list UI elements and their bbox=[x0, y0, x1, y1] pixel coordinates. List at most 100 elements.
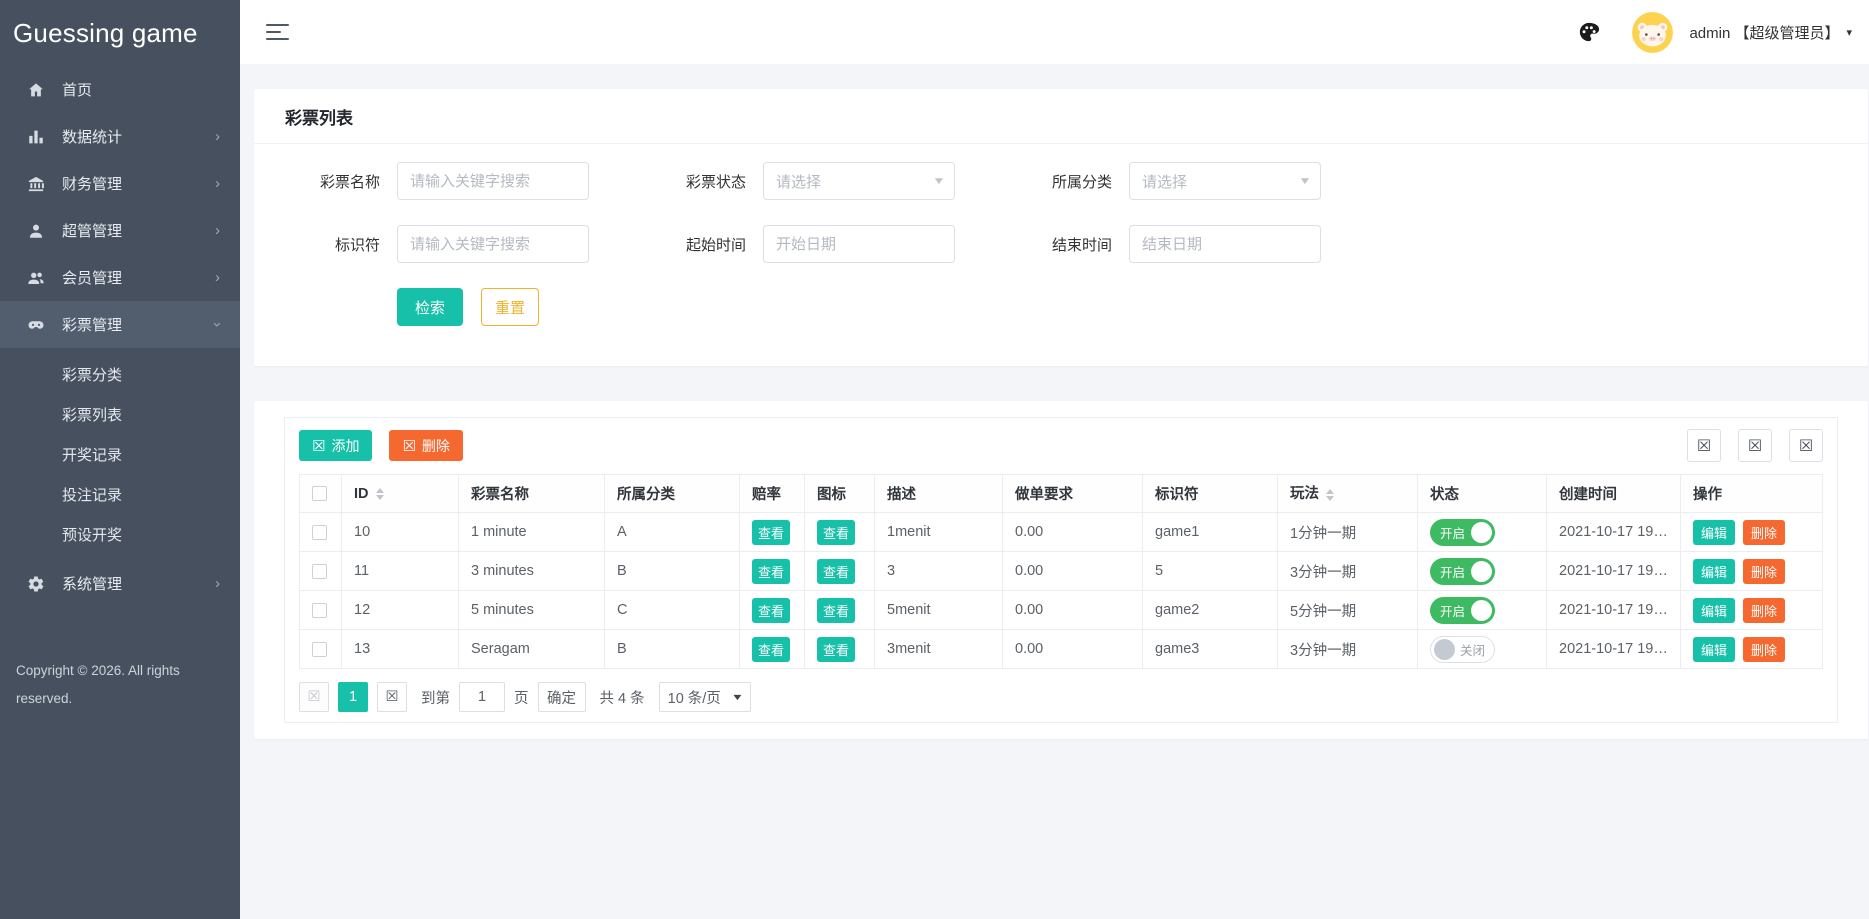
sidebar-item-label: 会员管理 bbox=[62, 267, 215, 288]
cell-order-requirement: 0.00 bbox=[1003, 513, 1143, 552]
edit-button[interactable]: 编辑 bbox=[1693, 598, 1735, 623]
chevron-down-icon bbox=[215, 317, 220, 332]
sidebar-subitem-draw-records[interactable]: 开奖记录 bbox=[0, 434, 240, 474]
column-header[interactable]: 玩法 bbox=[1278, 475, 1418, 513]
cell-play-type: 1分钟一期 bbox=[1278, 513, 1418, 552]
filter-group-lottery-status: 彩票状态请选择▼ bbox=[651, 162, 955, 200]
sidebar-subitem-lottery-category[interactable]: 彩票分类 bbox=[0, 354, 240, 394]
reset-button[interactable]: 重置 bbox=[481, 288, 539, 326]
identifier-input[interactable] bbox=[397, 225, 589, 263]
toggle-knob bbox=[1471, 522, 1492, 543]
filter-group-start-time: 起始时间 bbox=[651, 225, 955, 263]
category-select[interactable]: 请选择▼ bbox=[1129, 162, 1321, 200]
search-button[interactable]: 检索 bbox=[397, 288, 463, 326]
goto-page-input[interactable] bbox=[459, 682, 505, 712]
sidebar-item-finance[interactable]: 财务管理 bbox=[0, 160, 240, 207]
current-page-button[interactable]: 1 bbox=[338, 682, 368, 712]
sidebar-item-lottery[interactable]: 彩票管理 bbox=[0, 301, 240, 348]
table-card: ☒ 添加 ☒ 删除 ☒ ☒ ☒ bbox=[254, 401, 1868, 739]
cell-id: 12 bbox=[342, 591, 459, 630]
column-header[interactable]: ID bbox=[342, 475, 459, 513]
filter-label: 标识符 bbox=[285, 234, 380, 255]
sort-icon[interactable] bbox=[1326, 485, 1334, 505]
chevron-down-icon: ▼ bbox=[1298, 176, 1312, 187]
sidebar-item-home[interactable]: 首页 bbox=[0, 66, 240, 113]
sidebar-subitem-bet-records[interactable]: 投注记录 bbox=[0, 474, 240, 514]
next-page-button[interactable]: ☒ bbox=[377, 682, 407, 712]
edit-button[interactable]: 编辑 bbox=[1693, 637, 1735, 662]
sidebar-item-members[interactable]: 会员管理 bbox=[0, 254, 240, 301]
delete-button[interactable]: ☒ 删除 bbox=[389, 430, 462, 461]
users-icon bbox=[25, 269, 46, 287]
toggle-knob bbox=[1471, 600, 1492, 621]
edit-button[interactable]: 编辑 bbox=[1693, 559, 1735, 584]
toolbar-tools: ☒ ☒ ☒ bbox=[1670, 429, 1823, 462]
submenu-lottery: 彩票分类彩票列表开奖记录投注记录预设开奖 bbox=[0, 348, 240, 560]
row-delete-button[interactable]: 删除 bbox=[1743, 520, 1785, 545]
sidebar-subitem-preset-draw[interactable]: 预设开奖 bbox=[0, 514, 240, 554]
table-row: 101 minuteA查看查看1menit0.00game11分钟一期开启202… bbox=[300, 513, 1823, 552]
row-checkbox[interactable] bbox=[312, 642, 327, 657]
view-icon-button[interactable]: 查看 bbox=[817, 520, 855, 545]
status-toggle[interactable]: 开启 bbox=[1430, 519, 1495, 546]
view-odds-button[interactable]: 查看 bbox=[752, 637, 790, 662]
status-toggle[interactable]: 开启 bbox=[1430, 597, 1495, 624]
sidebar-item-system[interactable]: 系统管理 bbox=[0, 560, 240, 607]
goto-confirm-button[interactable]: 确定 bbox=[538, 682, 586, 712]
column-header: 操作 bbox=[1681, 475, 1823, 513]
app-logo: Guessing game bbox=[0, 0, 240, 66]
status-toggle[interactable]: 关闭 bbox=[1430, 636, 1495, 663]
select-all-checkbox[interactable] bbox=[312, 486, 327, 501]
sidebar-item-superadmin[interactable]: 超管管理 bbox=[0, 207, 240, 254]
add-button[interactable]: ☒ 添加 bbox=[299, 430, 372, 461]
topbar: admin 【超级管理员】 ▾ bbox=[240, 0, 1869, 64]
chevron-right-icon bbox=[215, 270, 220, 285]
row-delete-button[interactable]: 删除 bbox=[1743, 559, 1785, 584]
table-tool-button-1[interactable]: ☒ bbox=[1687, 429, 1721, 462]
chevron-down-icon[interactable]: ▾ bbox=[1846, 26, 1852, 39]
delete-button-label: 删除 bbox=[422, 436, 450, 456]
cell-identifier: 5 bbox=[1143, 552, 1278, 591]
table-tool-button-3[interactable]: ☒ bbox=[1789, 429, 1823, 462]
view-icon-button[interactable]: 查看 bbox=[817, 559, 855, 584]
cell-category: C bbox=[605, 591, 740, 630]
table-tool-button-2[interactable]: ☒ bbox=[1738, 429, 1772, 462]
prev-page-button[interactable]: ☒ bbox=[299, 682, 329, 712]
view-odds-button[interactable]: 查看 bbox=[752, 598, 790, 623]
column-header: 状态 bbox=[1418, 475, 1547, 513]
end-time-input[interactable] bbox=[1129, 225, 1321, 263]
menu-toggle-icon[interactable] bbox=[266, 24, 289, 41]
row-checkbox[interactable] bbox=[312, 525, 327, 540]
row-checkbox[interactable] bbox=[312, 603, 327, 618]
view-odds-button[interactable]: 查看 bbox=[752, 559, 790, 584]
row-delete-button[interactable]: 删除 bbox=[1743, 637, 1785, 662]
add-button-label: 添加 bbox=[331, 436, 359, 456]
bar-chart-icon bbox=[25, 128, 46, 146]
sidebar-subitem-lottery-list[interactable]: 彩票列表 bbox=[0, 394, 240, 434]
view-icon-button[interactable]: 查看 bbox=[817, 598, 855, 623]
sidebar-item-stats[interactable]: 数据统计 bbox=[0, 113, 240, 160]
filter-actions: 检索重置 bbox=[397, 288, 1837, 326]
select-placeholder: 请选择 bbox=[776, 171, 821, 192]
status-toggle[interactable]: 开启 bbox=[1430, 558, 1495, 585]
sidebar-item-label: 财务管理 bbox=[62, 173, 215, 194]
row-checkbox[interactable] bbox=[312, 564, 327, 579]
lottery-name-input[interactable] bbox=[397, 162, 589, 200]
filter-row: 标识符起始时间结束时间 bbox=[285, 225, 1837, 263]
sort-icon[interactable] bbox=[376, 484, 384, 504]
ballot-x-icon: ☒ bbox=[1748, 436, 1762, 456]
lottery-status-select[interactable]: 请选择▼ bbox=[763, 162, 955, 200]
table-row: 13SeragamB查看查看3menit0.00game33分钟一期关闭2021… bbox=[300, 630, 1823, 669]
start-time-input[interactable] bbox=[763, 225, 955, 263]
admin-dropdown[interactable]: admin 【超级管理员】 bbox=[1689, 22, 1839, 43]
page-size-select[interactable]: 10 条/页 ▼ bbox=[659, 682, 751, 712]
cell-id: 11 bbox=[342, 552, 459, 591]
page-title: 彩票列表 bbox=[254, 89, 1868, 144]
view-icon-button[interactable]: 查看 bbox=[817, 637, 855, 662]
filter-group-lottery-name: 彩票名称 bbox=[285, 162, 589, 200]
avatar[interactable] bbox=[1632, 12, 1673, 53]
row-delete-button[interactable]: 删除 bbox=[1743, 598, 1785, 623]
theme-palette-icon[interactable] bbox=[1578, 21, 1600, 43]
edit-button[interactable]: 编辑 bbox=[1693, 520, 1735, 545]
view-odds-button[interactable]: 查看 bbox=[752, 520, 790, 545]
